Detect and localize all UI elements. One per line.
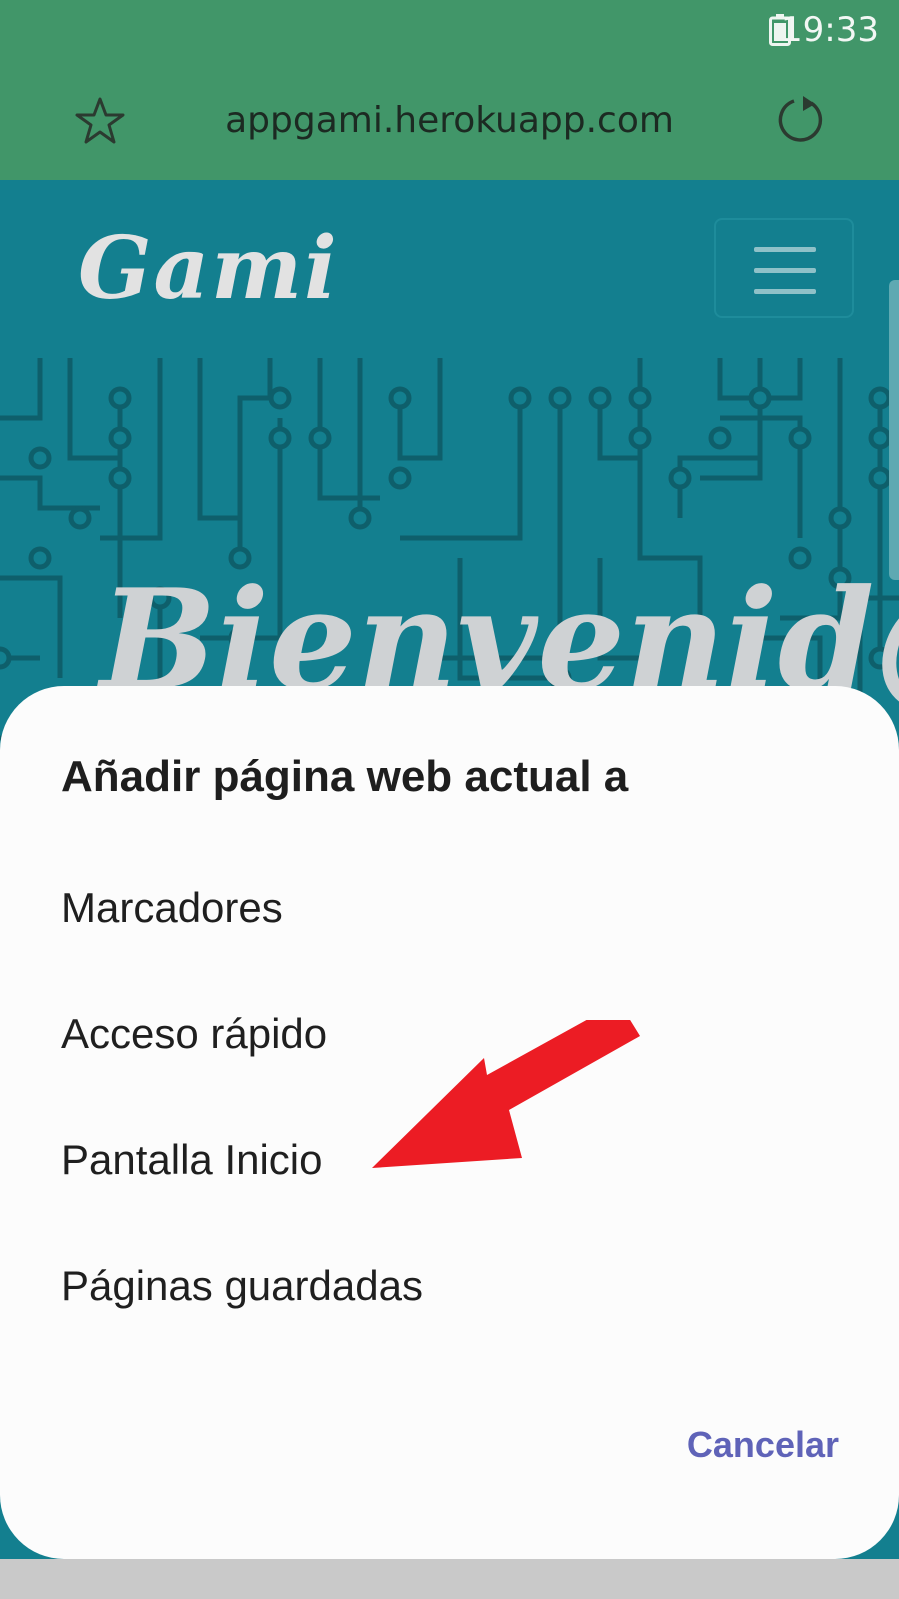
dialog-title: Añadir página web actual a	[61, 752, 629, 801]
option-home-screen[interactable]: Pantalla Inicio	[61, 1136, 323, 1184]
reload-icon[interactable]	[774, 94, 826, 146]
status-bar: 19:33	[0, 0, 899, 68]
url-field[interactable]: appgami.herokuapp.com	[0, 100, 899, 141]
cancel-button[interactable]: Cancelar	[687, 1424, 839, 1466]
option-quick-access[interactable]: Acceso rápido	[61, 1010, 327, 1058]
browser-toolbar: appgami.herokuapp.com	[0, 68, 899, 180]
option-saved-pages[interactable]: Páginas guardadas	[61, 1262, 423, 1310]
clock: 19:33	[781, 10, 879, 50]
option-bookmarks[interactable]: Marcadores	[61, 884, 283, 932]
arrow-annotation	[372, 1020, 640, 1168]
navigation-bar	[0, 1559, 899, 1599]
